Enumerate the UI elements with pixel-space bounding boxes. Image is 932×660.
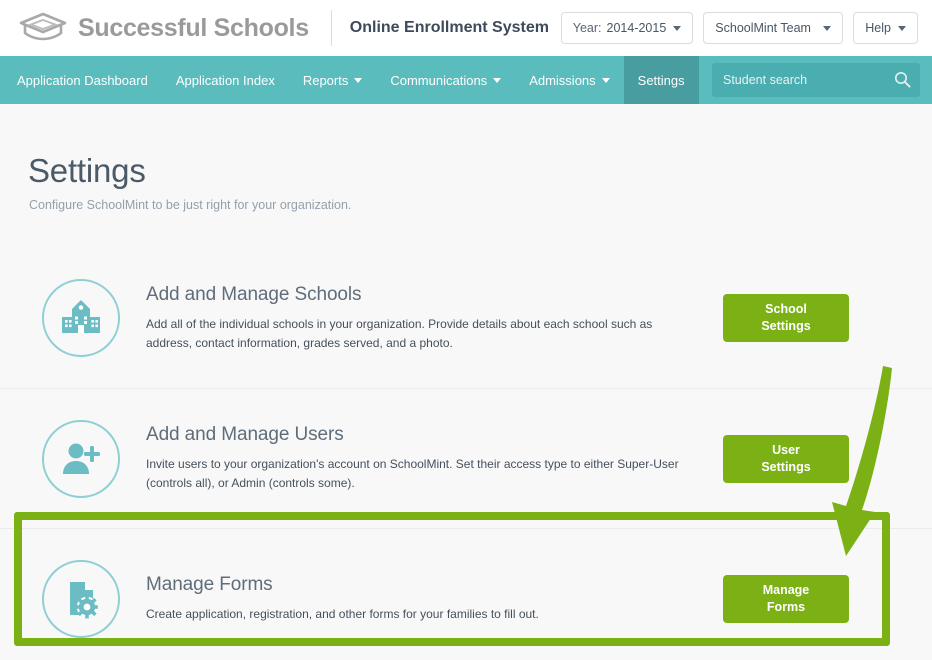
nav-item-application-dashboard[interactable]: Application Dashboard bbox=[0, 56, 162, 104]
nav-label: Settings bbox=[637, 72, 685, 88]
chevron-down-icon bbox=[601, 77, 610, 83]
nav-item-reports[interactable]: Reports bbox=[289, 56, 377, 104]
settings-row-users: Add and Manage Users Invite users to you… bbox=[0, 388, 932, 528]
page-subtitle: Configure SchoolMint to be just right fo… bbox=[29, 198, 352, 212]
add-user-icon bbox=[42, 419, 120, 498]
settings-content: Settings Configure SchoolMint to be just… bbox=[0, 104, 932, 660]
row-text: Add and Manage Schools Add all of the in… bbox=[120, 284, 720, 352]
chevron-down-icon bbox=[354, 77, 363, 83]
page-header: Settings Configure SchoolMint to be just… bbox=[0, 104, 932, 212]
row-description: Create application, registration, and ot… bbox=[146, 606, 539, 621]
app-page: Successful Schools Online Enrollment Sys… bbox=[0, 0, 932, 660]
chevron-down-icon bbox=[823, 25, 832, 31]
nav-item-admissions[interactable]: Admissions bbox=[515, 56, 623, 104]
brand[interactable]: Successful Schools bbox=[0, 8, 309, 48]
nav-label: Admissions bbox=[529, 72, 596, 88]
button-line-1: User bbox=[772, 442, 800, 457]
chevron-down-icon bbox=[898, 25, 906, 31]
row-title: Add and Manage Schools bbox=[146, 283, 362, 305]
row-action: User Settings bbox=[723, 434, 904, 483]
settings-list: Add and Manage Schools Add all of the in… bbox=[0, 248, 932, 660]
top-header: Successful Schools Online Enrollment Sys… bbox=[0, 0, 932, 56]
nav-label: Reports bbox=[302, 72, 349, 88]
page-title: Settings bbox=[28, 152, 146, 189]
account-menu[interactable]: SchoolMint Team bbox=[703, 12, 844, 44]
row-action: Manage Forms bbox=[723, 574, 904, 623]
row-title: Manage Forms bbox=[146, 573, 273, 595]
account-label: SchoolMint Team bbox=[715, 21, 811, 35]
header-controls: Year: 2014-2015 SchoolMint Team Help bbox=[560, 12, 932, 44]
row-description: Add all of the individual schools in you… bbox=[146, 316, 653, 350]
help-label: Help bbox=[865, 21, 891, 35]
year-value: 2014-2015 bbox=[606, 21, 667, 35]
row-action: School Settings bbox=[723, 294, 904, 342]
chevron-down-icon bbox=[673, 25, 682, 31]
nav-label: Application Dashboard bbox=[17, 72, 148, 88]
nav-item-settings[interactable]: Settings bbox=[623, 56, 699, 104]
help-menu[interactable]: Help bbox=[853, 12, 918, 44]
nav-label: Communications bbox=[390, 72, 488, 88]
chevron-down-icon bbox=[493, 77, 502, 83]
row-title: Add and Manage Users bbox=[146, 424, 344, 446]
button-line-2: Settings bbox=[761, 459, 811, 474]
settings-row-schools: Add and Manage Schools Add all of the in… bbox=[0, 248, 932, 388]
row-description: Invite users to your organization's acco… bbox=[146, 457, 679, 490]
button-line-1: School bbox=[765, 302, 807, 317]
school-settings-button[interactable]: School Settings bbox=[723, 294, 849, 342]
brand-name: Successful Schools bbox=[78, 13, 309, 42]
nav-label: Application Index bbox=[175, 72, 275, 88]
user-settings-button[interactable]: User Settings bbox=[723, 434, 849, 483]
year-label: Year: bbox=[572, 21, 602, 35]
row-text: Add and Manage Users Invite users to you… bbox=[120, 424, 720, 492]
nav-item-application-index[interactable]: Application Index bbox=[162, 56, 289, 104]
manage-forms-button[interactable]: Manage Forms bbox=[723, 574, 849, 623]
app-title: Online Enrollment System bbox=[349, 19, 549, 36]
nav-item-communications[interactable]: Communications bbox=[376, 56, 515, 104]
settings-row-forms: Manage Forms Create application, registr… bbox=[0, 528, 932, 660]
row-text: Manage Forms Create application, registr… bbox=[120, 574, 720, 624]
button-line-1: Manage bbox=[762, 582, 810, 597]
button-line-2: Forms bbox=[766, 599, 806, 614]
header-divider bbox=[330, 10, 332, 46]
button-line-2: Settings bbox=[761, 319, 811, 333]
student-search bbox=[712, 63, 920, 97]
document-gear-icon bbox=[42, 559, 120, 638]
graduation-cap-icon bbox=[14, 8, 72, 48]
school-building-icon bbox=[42, 279, 120, 357]
year-selector[interactable]: Year: 2014-2015 bbox=[560, 12, 694, 44]
search-input[interactable] bbox=[712, 63, 920, 97]
main-navigation: Application Dashboard Application Index … bbox=[0, 56, 932, 104]
